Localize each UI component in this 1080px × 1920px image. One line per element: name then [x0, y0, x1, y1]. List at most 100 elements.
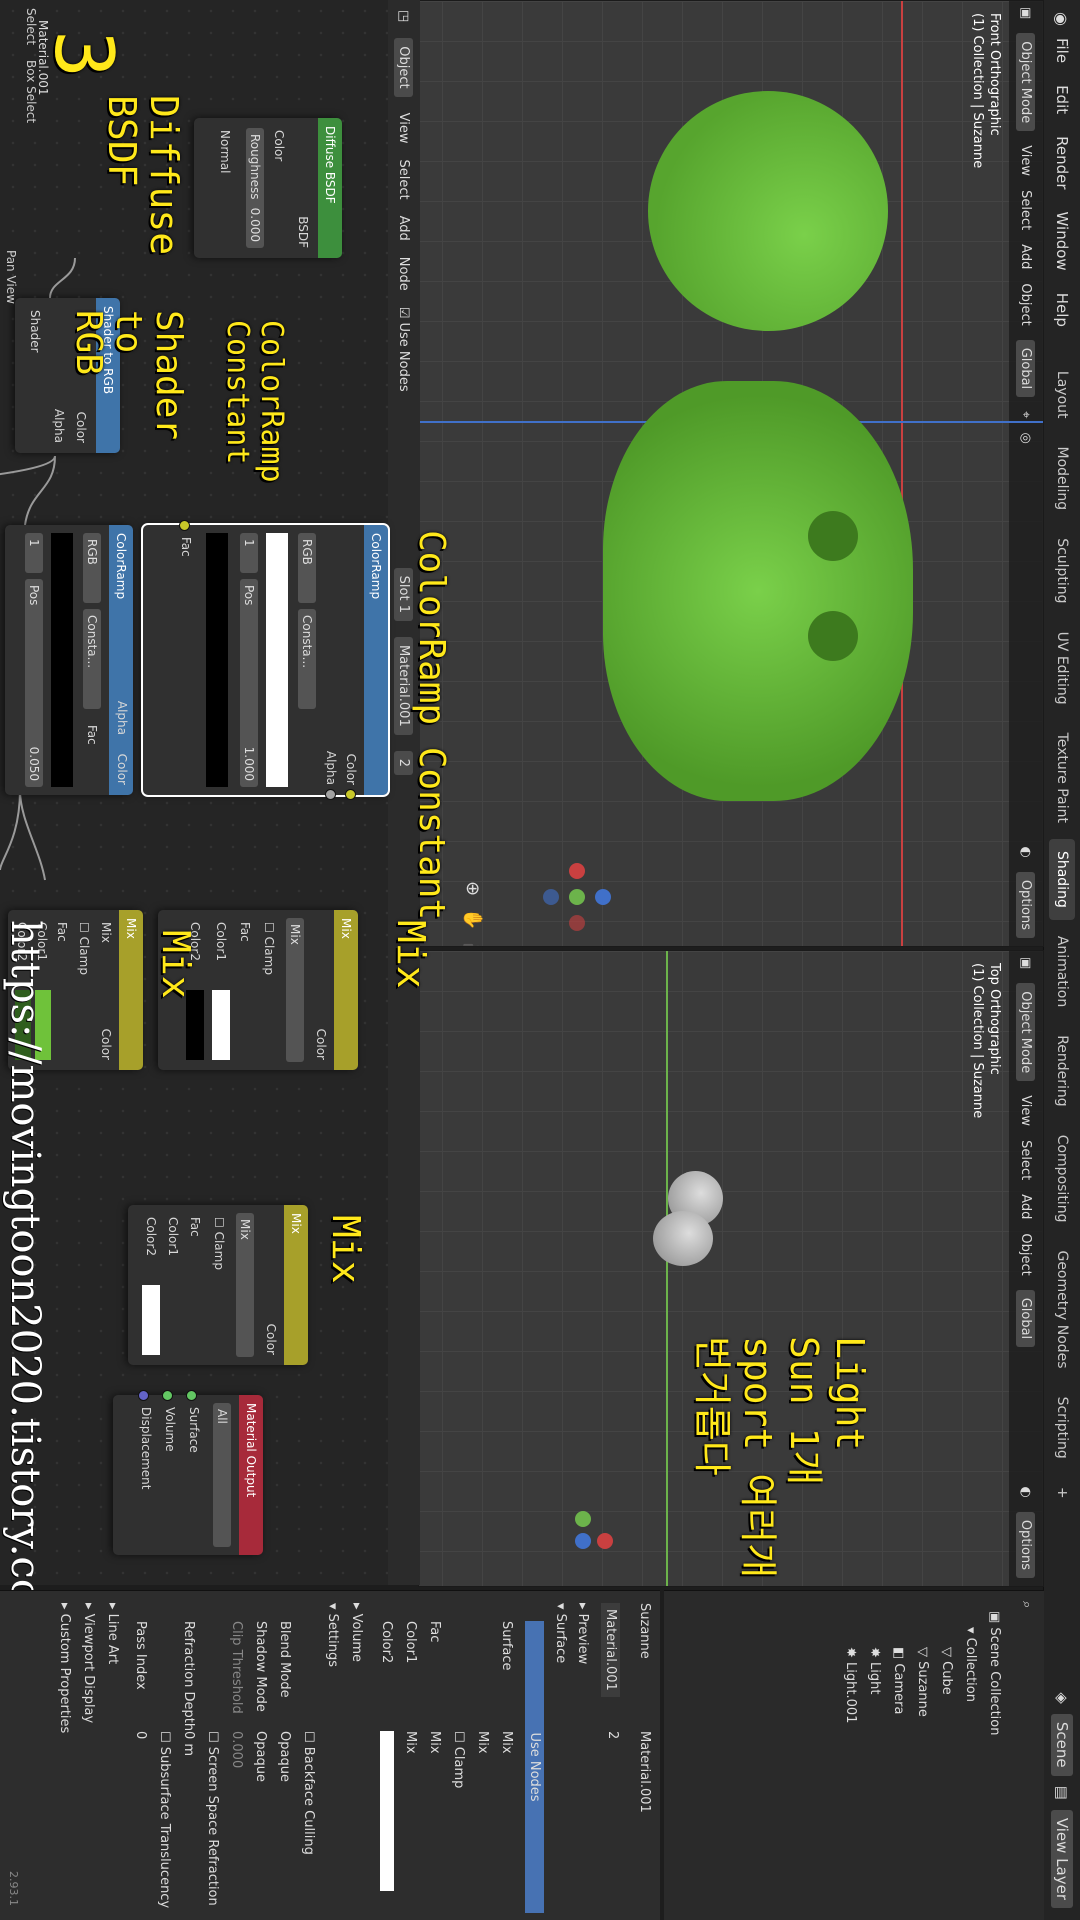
tab-modeling[interactable]: Modeling	[1049, 435, 1075, 523]
scene-selector[interactable]: Scene	[1051, 1713, 1073, 1776]
tab-compositing[interactable]: Compositing	[1049, 1123, 1075, 1235]
navigation-gizmo[interactable]	[553, 1511, 613, 1571]
props-color2-swatch[interactable]	[380, 1731, 394, 1891]
ramp-pos-field[interactable]: Pos 1.000	[240, 579, 258, 787]
menu-object[interactable]: Object	[1019, 283, 1034, 325]
ramp-interpolation-dropdown[interactable]: Consta...	[298, 609, 316, 709]
tab-shading[interactable]: Shading	[1049, 838, 1075, 920]
socket-color-out[interactable]	[345, 789, 356, 800]
editor-type-icon[interactable]: ▣	[1019, 7, 1034, 19]
menu-file[interactable]: File	[1053, 38, 1071, 63]
tab-sculpting[interactable]: Sculpting	[1049, 526, 1075, 615]
view-layer-selector[interactable]: View Layer	[1051, 1809, 1073, 1908]
suzanne-object[interactable]	[603, 381, 913, 801]
clamp-checkbox[interactable]: ☐ Clamp	[212, 1217, 226, 1270]
ramp-gradient[interactable]	[266, 533, 288, 787]
menu-view[interactable]: View	[1019, 1095, 1034, 1126]
props-custom-props-section[interactable]: ▸ Custom Properties	[57, 1603, 72, 1733]
props-color1-value[interactable]: Mix	[403, 1731, 418, 1754]
props-shadow-mode-value[interactable]: Opaque	[253, 1731, 268, 1782]
props-ssr[interactable]: ☐ Screen Space Refraction	[205, 1731, 220, 1906]
camera-view-icon[interactable]: 🎥	[462, 943, 483, 947]
object-mode-dropdown[interactable]: Object Mode	[1016, 983, 1036, 1082]
color1-swatch[interactable]	[212, 990, 230, 1060]
blender-logo-icon[interactable]: ◉	[1053, 12, 1072, 26]
suzanne-object-top[interactable]	[653, 1211, 713, 1266]
node-mix-1[interactable]: Mix Color Mix ☐ Clamp Fac Color1 Color2	[158, 910, 358, 1070]
node-material-output[interactable]: Material Output All Surface Volume Displ…	[113, 1390, 263, 1555]
outliner-scene-collection[interactable]: ▣ Scene Collection	[987, 1611, 1002, 1736]
use-nodes-button[interactable]: Use Nodes	[525, 1621, 544, 1913]
ramp-stop-index[interactable]: 1	[240, 533, 258, 573]
tab-animation[interactable]: Animation	[1049, 924, 1075, 1019]
shading-mode-icon[interactable]: ◐	[1019, 846, 1034, 857]
props-viewport-display-section[interactable]: ▸ Viewport Display	[81, 1603, 96, 1723]
outliner-search-icon[interactable]: ⌕	[1019, 1601, 1034, 1608]
orientation-dropdown[interactable]: Global	[1016, 339, 1036, 398]
ramp-pos-field[interactable]: Pos 0.050	[25, 579, 43, 787]
menu-help[interactable]: Help	[1053, 293, 1071, 327]
socket-surface[interactable]	[186, 1390, 197, 1401]
tab-texture-paint[interactable]: Texture Paint	[1049, 721, 1075, 835]
props-surface-value[interactable]: Mix	[499, 1731, 514, 1754]
tab-uv-editing[interactable]: UV Editing	[1049, 620, 1075, 717]
props-pass-index-value[interactable]: 0	[133, 1731, 148, 1739]
props-users[interactable]: 2	[605, 1731, 620, 1739]
roughness-field[interactable]: Roughness 0.000	[246, 128, 264, 248]
node-diffuse-bsdf[interactable]: Diffuse BSDF BSDF Color Roughness 0.000 …	[194, 118, 342, 258]
menu-window[interactable]: Window	[1053, 212, 1071, 271]
menu-object[interactable]: Object	[1019, 1233, 1034, 1275]
proportional-icon[interactable]: ◎	[1019, 433, 1034, 444]
socket-alpha-out[interactable]	[325, 789, 336, 800]
socket-displacement[interactable]	[138, 1390, 149, 1401]
pan-icon[interactable]: ✋	[462, 908, 483, 930]
output-target-dropdown[interactable]: All	[213, 1403, 231, 1547]
ramp-stop-color[interactable]	[206, 533, 228, 787]
menu-add[interactable]: Add	[1019, 1194, 1034, 1219]
tab-rendering[interactable]: Rendering	[1049, 1023, 1075, 1119]
props-volume-section[interactable]: ▸ Volume	[349, 1603, 364, 1662]
blend-type-dropdown[interactable]: Mix	[99, 922, 113, 943]
node-mix-2[interactable]: Mix Color Mix ☐ Clamp Fac Color1 Color2	[8, 910, 143, 1070]
ramp-interpolation-dropdown[interactable]: Consta...	[83, 609, 101, 709]
editor-type-icon[interactable]: ▣	[1019, 957, 1034, 969]
color2-swatch[interactable]	[142, 1285, 160, 1355]
add-workspace-icon[interactable]: +	[1049, 1475, 1075, 1511]
props-slot-material[interactable]: Material.001	[601, 1603, 620, 1697]
props-preview-section[interactable]: ▸ Preview	[575, 1603, 590, 1664]
shading-mode-icon[interactable]: ◐	[1019, 1486, 1034, 1497]
props-blend-mode-value[interactable]: Opaque	[277, 1731, 292, 1782]
props-sss[interactable]: ☐ Subsurface Translucency	[157, 1731, 172, 1908]
menu-render[interactable]: Render	[1053, 136, 1071, 189]
outliner-item-suzanne[interactable]: ▽ Suzanne	[915, 1647, 930, 1717]
menu-select[interactable]: Select	[1019, 190, 1034, 230]
node-colorramp-1[interactable]: ColorRamp Color Alpha RGB Consta... 1 Po…	[141, 520, 390, 800]
props-backface-culling[interactable]: ☐ Backface Culling	[301, 1731, 316, 1855]
tab-layout[interactable]: Layout	[1049, 359, 1075, 431]
clamp-checkbox[interactable]: ☐ Clamp	[262, 922, 276, 975]
snap-icon[interactable]: ⌖	[1019, 411, 1034, 418]
ramp-mode-dropdown[interactable]: RGB	[83, 533, 101, 603]
tab-scripting[interactable]: Scripting	[1049, 1385, 1075, 1471]
props-blend[interactable]: Mix	[475, 1731, 490, 1754]
ramp-gradient[interactable]	[51, 533, 73, 787]
props-refr-depth-value[interactable]: 0 m	[181, 1731, 196, 1756]
socket-volume[interactable]	[162, 1390, 173, 1401]
blend-type-dropdown[interactable]: Mix	[286, 918, 304, 1062]
color1-swatch[interactable]	[35, 990, 51, 1060]
orientation-dropdown[interactable]: Global	[1016, 1289, 1036, 1348]
options-dropdown[interactable]: Options	[1016, 871, 1036, 938]
blend-type-dropdown[interactable]: Mix	[236, 1213, 254, 1357]
clamp-checkbox[interactable]: ☐ Clamp	[77, 922, 91, 975]
node-shader-to-rgb[interactable]: Shader to RGB Color Alpha Shader	[15, 298, 120, 453]
ramp-mode-dropdown[interactable]: RGB	[298, 533, 316, 603]
props-fac-value[interactable]: Mix	[427, 1731, 442, 1754]
zoom-icon[interactable]: ⊕	[462, 881, 483, 896]
props-line-art-section[interactable]: ▸ Line Art	[105, 1603, 120, 1664]
color2-swatch[interactable]	[186, 990, 204, 1060]
sphere-object[interactable]	[648, 91, 888, 331]
menu-edit[interactable]: Edit	[1053, 85, 1071, 114]
menu-add[interactable]: Add	[1019, 244, 1034, 269]
props-surface-section[interactable]: ▾ Surface	[553, 1603, 568, 1663]
node-colorramp-2[interactable]: ColorRamp RGB Consta... 1 Pos 0.050 Color…	[5, 525, 133, 795]
